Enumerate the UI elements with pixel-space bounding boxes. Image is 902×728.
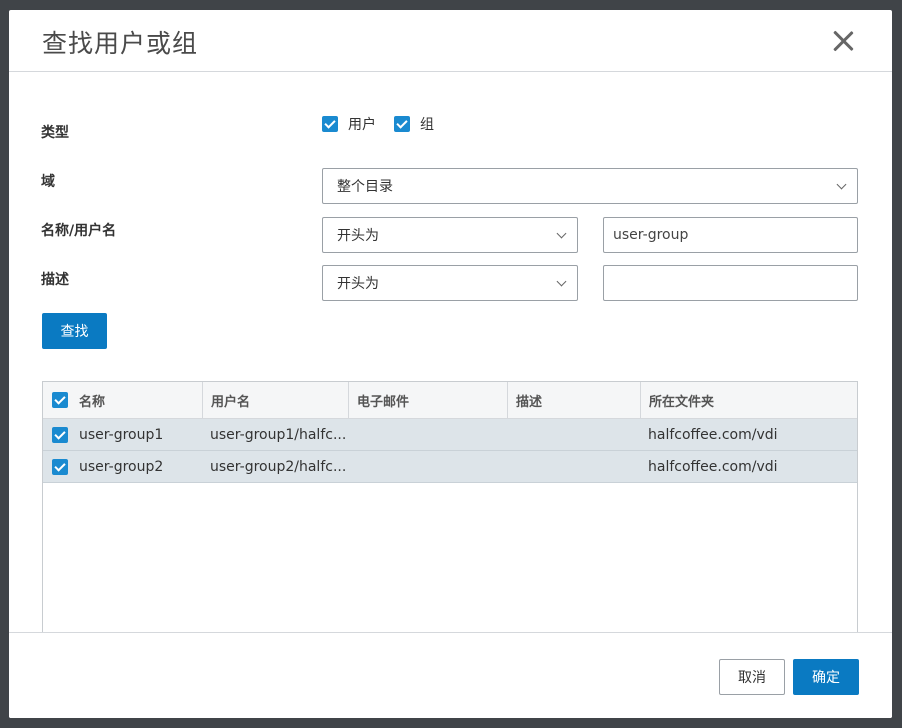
description-match-select[interactable]: 开头为	[322, 265, 578, 301]
column-header-username[interactable]: 用户名	[202, 382, 348, 418]
row-checkbox[interactable]	[52, 458, 68, 475]
cancel-button[interactable]: 取消	[719, 659, 785, 695]
description-label: 描述	[41, 272, 69, 288]
row-checkbox[interactable]	[52, 426, 68, 443]
name-match-value: 开头为	[337, 228, 379, 244]
find-user-group-dialog: 查找用户或组 类型 用户 组 域 整个目录 名称/用户名 开头为 user-gr…	[9, 10, 892, 718]
close-icon[interactable]	[832, 30, 854, 52]
name-label: 名称/用户名	[41, 223, 117, 239]
cell-username: user-group2/halfc...	[210, 458, 347, 475]
cell-email	[348, 451, 507, 482]
name-input-value: user-group	[613, 227, 689, 243]
type-option-user[interactable]: 用户	[322, 114, 376, 134]
cell-name: user-group2	[43, 451, 202, 482]
type-option-user-label: 用户	[348, 117, 376, 133]
column-header-description[interactable]: 描述	[507, 382, 640, 418]
cell-folder: halfcoffee.com/vdi	[648, 458, 778, 475]
column-header-name[interactable]: 名称	[43, 382, 202, 418]
cell-folder: halfcoffee.com/vdi	[648, 426, 778, 443]
column-header-folder[interactable]: 所在文件夹	[640, 382, 857, 418]
ok-button[interactable]: 确定	[793, 659, 859, 695]
column-header-name-label: 名称	[79, 394, 106, 410]
cell-description	[507, 451, 640, 482]
type-option-group-label: 组	[420, 117, 434, 133]
dialog-footer: 取消 确定	[9, 632, 892, 718]
cell-name: user-group1	[43, 419, 202, 450]
name-match-select[interactable]: 开头为	[322, 217, 578, 253]
cell-name-text: user-group2	[79, 458, 164, 475]
chevron-down-icon	[836, 179, 847, 190]
checkbox-group[interactable]	[394, 116, 410, 132]
checkbox-user[interactable]	[322, 116, 338, 132]
chevron-down-icon	[556, 276, 567, 287]
domain-label: 域	[41, 174, 55, 190]
table-row[interactable]: user-group1 user-group1/halfc... halfcof…	[43, 419, 857, 451]
cell-description	[507, 419, 640, 450]
dialog-title: 查找用户或组	[42, 29, 199, 58]
table-row[interactable]: user-group2 user-group2/halfc... halfcof…	[43, 451, 857, 483]
grid-header: 名称 用户名 电子邮件 描述 所在文件夹	[43, 382, 857, 419]
dialog-header: 查找用户或组	[9, 10, 892, 72]
find-button[interactable]: 查找	[42, 313, 107, 349]
name-input[interactable]: user-group	[603, 217, 858, 253]
column-header-email[interactable]: 电子邮件	[348, 382, 507, 418]
results-grid: 名称 用户名 电子邮件 描述 所在文件夹 user-group1 user-gr…	[42, 381, 858, 643]
cell-name-text: user-group1	[79, 426, 164, 443]
domain-select-value: 整个目录	[337, 179, 393, 195]
description-input[interactable]	[603, 265, 858, 301]
cell-username: user-group1/halfc...	[210, 426, 347, 443]
select-all-checkbox[interactable]	[52, 392, 68, 408]
cell-email	[348, 419, 507, 450]
description-match-value: 开头为	[337, 276, 379, 292]
type-label: 类型	[41, 125, 69, 141]
dialog-body: 类型 用户 组 域 整个目录 名称/用户名 开头为 user-group 描述 …	[9, 72, 892, 643]
type-option-group[interactable]: 组	[394, 114, 434, 134]
domain-select[interactable]: 整个目录	[322, 168, 858, 204]
chevron-down-icon	[556, 228, 567, 239]
